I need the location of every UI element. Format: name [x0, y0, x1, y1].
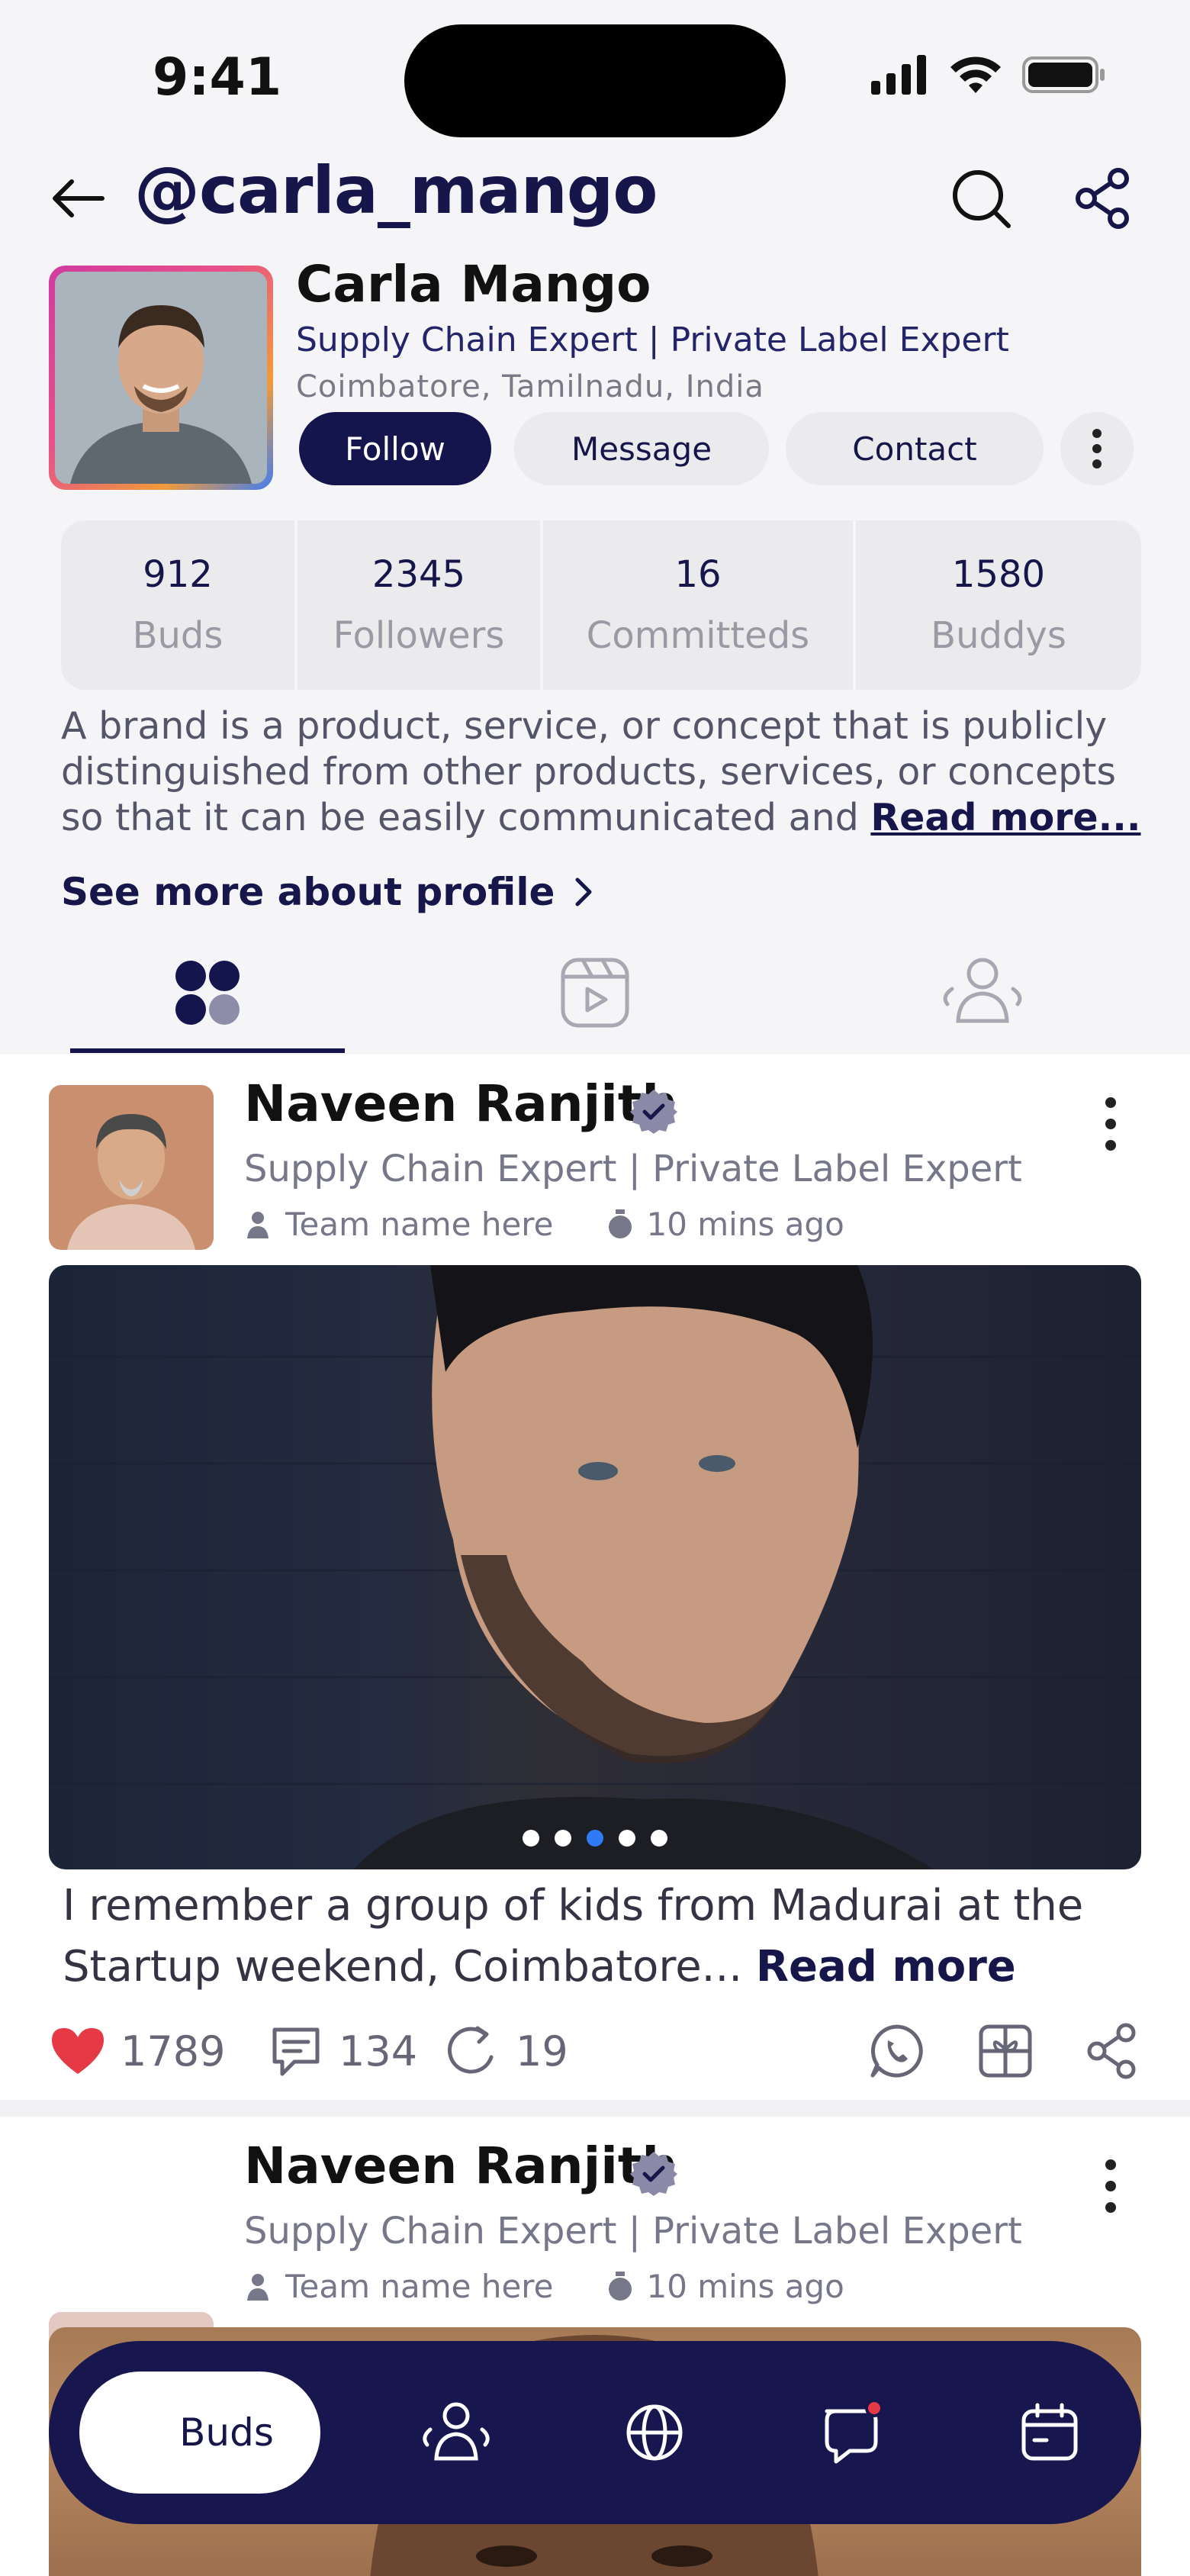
nav-buds-label: Buds: [179, 2410, 274, 2455]
more-options-button[interactable]: [1060, 412, 1134, 485]
follow-button[interactable]: Follow: [299, 412, 491, 485]
search-icon[interactable]: [949, 166, 1013, 230]
stat-value: 1580: [951, 553, 1046, 596]
stat-label: Buddys: [931, 614, 1066, 657]
team-icon: [247, 1211, 269, 1238]
status-icons: [871, 55, 1106, 95]
share-icon[interactable]: [1071, 166, 1135, 230]
author-photo: [49, 1085, 214, 1250]
post-actions: 1789 134 19: [49, 2017, 1141, 2086]
message-button[interactable]: Message: [514, 412, 769, 485]
repost-icon: [447, 2026, 494, 2074]
reels-icon[interactable]: [549, 951, 641, 1035]
post-caption: I remember a group of kids from Madurai …: [63, 1876, 1146, 1998]
post-image-carousel[interactable]: [49, 1265, 1141, 1869]
post-meta: Team name here 10 mins ago: [244, 1206, 844, 1243]
grid-icon[interactable]: [162, 951, 253, 1035]
carousel-dot[interactable]: [651, 1830, 667, 1847]
battery-icon: [1022, 56, 1105, 93]
post-author-title: Supply Chain Expert | Private Label Expe…: [244, 1148, 1022, 1190]
comment-count: 134: [339, 2027, 418, 2075]
profile-handle: @carla_mango: [134, 153, 658, 229]
post-author-name[interactable]: Naveen Ranjith: [244, 1074, 677, 1133]
team-icon: [247, 2273, 269, 2301]
stat-label: Followers: [333, 614, 505, 657]
like-button[interactable]: 1789: [49, 2022, 225, 2080]
like-count: 1789: [121, 2027, 226, 2075]
profile-tabs: [0, 951, 1190, 1053]
people-icon[interactable]: [937, 951, 1028, 1035]
profile-location: Coimbatore, Tamilnadu, India: [296, 369, 764, 404]
post-author-title: Supply Chain Expert | Private Label Expe…: [244, 2210, 1022, 2252]
profile-title: Supply Chain Expert | Private Label Expe…: [296, 320, 1009, 359]
stat-committeds[interactable]: 16 Committeds: [543, 520, 856, 690]
post-team: Team name here: [285, 2268, 554, 2305]
avatar-illustration: [55, 272, 267, 484]
post-author-avatar[interactable]: [49, 1085, 214, 1250]
see-more-profile-link[interactable]: See more about profile: [61, 870, 593, 914]
dynamic-island: [404, 24, 786, 137]
carousel-dot[interactable]: [555, 1830, 571, 1847]
bio-read-more-link[interactable]: Read more...: [870, 796, 1140, 839]
stat-label: Buds: [132, 614, 224, 657]
stat-value: 16: [674, 553, 722, 596]
post-divider: [0, 2100, 1190, 2117]
stat-value: 2345: [371, 553, 466, 596]
carousel-indicator: [49, 1830, 1141, 1847]
comment-icon: [272, 2027, 320, 2076]
active-tab-indicator: [70, 1048, 345, 1053]
heart-icon: [52, 2028, 104, 2074]
chevron-right-icon: [575, 877, 592, 906]
calendar-icon[interactable]: [1011, 2394, 1088, 2471]
verified-badge-icon: [630, 1090, 677, 1134]
post-time: 10 mins ago: [646, 1206, 844, 1243]
caption-read-more-link[interactable]: Read more: [756, 1942, 1016, 1992]
profile-avatar[interactable]: [49, 266, 273, 490]
repost-count: 19: [516, 2027, 568, 2075]
profile-stats: 912 Buds 2345 Followers 16 Committeds 15…: [61, 520, 1141, 690]
post-meta: Team name here 10 mins ago: [244, 2268, 844, 2305]
signal-icon: [871, 55, 926, 95]
post-author-name[interactable]: Naveen Ranjith: [244, 2136, 677, 2195]
bottom-navigation: Buds: [49, 2341, 1141, 2524]
share-icon[interactable]: [1083, 2022, 1141, 2080]
see-more-label: See more about profile: [61, 870, 555, 914]
timer-icon: [609, 2271, 632, 2301]
profile-name: Carla Mango: [296, 255, 651, 314]
carousel-dot[interactable]: [619, 1830, 635, 1847]
gift-icon[interactable]: [976, 2022, 1034, 2080]
post-photo: [49, 1265, 1141, 1869]
carousel-dot-active[interactable]: [587, 1830, 603, 1847]
profile-bio: A brand is a product, service, or concep…: [61, 704, 1144, 841]
stat-value: 912: [143, 553, 213, 596]
people-icon[interactable]: [418, 2394, 494, 2471]
stat-buddys[interactable]: 1580 Buddys: [856, 520, 1141, 690]
post-team: Team name here: [285, 1206, 554, 1243]
stat-label: Committeds: [586, 614, 810, 657]
stat-buds[interactable]: 912 Buds: [61, 520, 298, 690]
carousel-dot[interactable]: [523, 1830, 539, 1847]
more-vertical-icon: [1092, 429, 1102, 469]
post-time: 10 mins ago: [646, 2268, 844, 2305]
globe-icon[interactable]: [616, 2394, 693, 2471]
stat-followers[interactable]: 2345 Followers: [298, 520, 543, 690]
chat-notification-icon[interactable]: [813, 2394, 889, 2471]
status-time: 9:41: [153, 47, 282, 108]
timer-icon: [609, 1209, 632, 1238]
back-arrow-icon[interactable]: [46, 166, 110, 230]
wifi-icon: [950, 56, 1001, 93]
contact-button[interactable]: Contact: [786, 412, 1044, 485]
whatsapp-icon[interactable]: [868, 2022, 926, 2080]
nav-buds-button[interactable]: Buds: [79, 2372, 320, 2494]
post-options-icon[interactable]: [1095, 2152, 1126, 2220]
post-options-icon[interactable]: [1095, 1090, 1126, 1158]
comment-button[interactable]: 134: [267, 2022, 417, 2080]
verified-badge-icon: [630, 2152, 677, 2196]
repost-button[interactable]: 19: [444, 2022, 568, 2080]
